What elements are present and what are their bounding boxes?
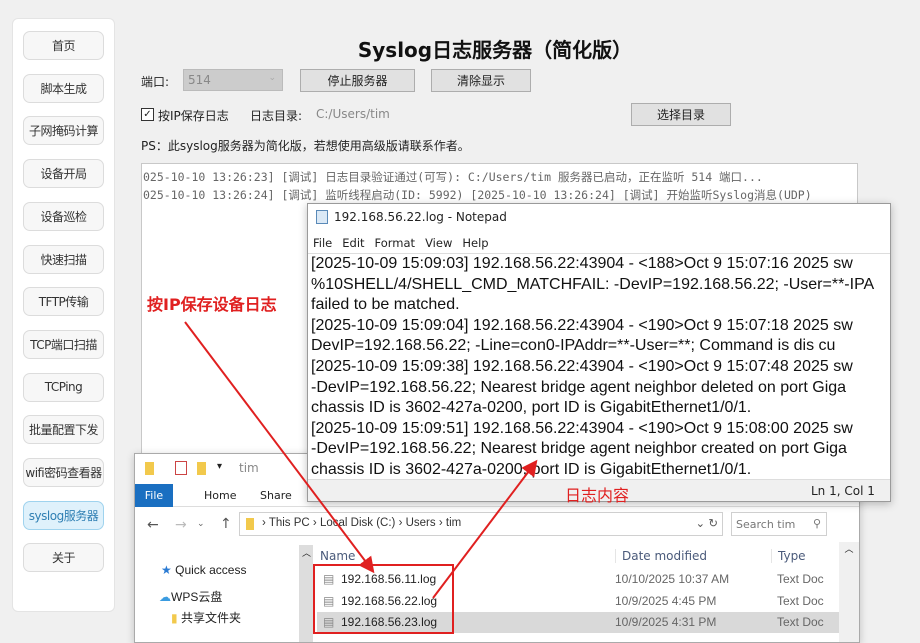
nav-scrollbar[interactable]: ︿: [299, 545, 313, 642]
sidebar-item[interactable]: 批量配置下发: [23, 415, 104, 445]
dropdown-icon[interactable]: ▾: [217, 461, 222, 472]
port-label: 端口:: [141, 75, 170, 89]
header-type[interactable]: Type: [771, 549, 806, 563]
sidebar-item[interactable]: 设备开局: [23, 159, 104, 189]
folder-icon: [145, 462, 154, 475]
choose-dir-button[interactable]: 选择目录: [631, 103, 731, 126]
header-name[interactable]: Name: [320, 549, 355, 563]
sidebar-item[interactable]: 首页: [23, 31, 104, 60]
menu-edit[interactable]: Edit: [342, 236, 364, 250]
text-line: %10SHELL/4/SHELL_CMD_MATCHFAIL: -DevIP=1…: [311, 275, 875, 293]
refresh-icon[interactable]: ⌄ ↻: [696, 516, 718, 530]
sidebar-item[interactable]: 快速扫描: [23, 244, 104, 274]
highlight-box: [313, 564, 454, 634]
crumb-this-pc[interactable]: This PC: [269, 517, 310, 529]
recent-dropdown-icon[interactable]: ⌄: [197, 519, 205, 529]
notepad-window: 192.168.56.22.log - Notepad File Edit Fo…: [307, 203, 891, 502]
header-date[interactable]: Date modified: [615, 549, 707, 563]
sidebar-item[interactable]: TCPing: [23, 372, 104, 402]
nav-wps-cloud[interactable]: ☁WPS云盘: [159, 588, 222, 605]
notepad-icon: [316, 210, 328, 224]
back-icon[interactable]: ←: [147, 517, 159, 533]
text-line: -DevIP=192.168.56.22; Nearest bridge age…: [311, 378, 847, 396]
clear-display-button[interactable]: 清除显示: [431, 69, 531, 92]
crumb-local-disk[interactable]: Local Disk (C:): [320, 517, 395, 529]
sidebar-item[interactable]: wifi密码查看器: [23, 458, 104, 487]
sidebar: 首页脚本生成子网掩码计算 设备开局设备巡检快速扫描 TFTP传输 TCP端口扫描 TCP…: [12, 18, 115, 612]
scroll-up-icon: ︿: [302, 548, 312, 558]
search-box[interactable]: Search tim ⚲: [731, 512, 827, 536]
log-line: 025-10-10 13:26:23] [调试] 日志目录验证通过(可写): C…: [143, 170, 763, 184]
menu-view[interactable]: View: [425, 236, 452, 250]
annotation-save-by-ip: 按IP保存设备日志: [147, 295, 277, 314]
port-value: 514: [188, 73, 211, 87]
chevron-down-icon: ⌄: [268, 73, 276, 83]
text-line: chassis ID is 3602-427a-0200, port ID is…: [311, 460, 752, 478]
cursor-position: Ln 1, Col 1: [811, 484, 875, 498]
tab-home[interactable]: Home: [204, 489, 236, 502]
nav-shared-folder[interactable]: ▮ 共享文件夹: [171, 609, 241, 626]
folder-icon: ▮: [171, 611, 178, 625]
forward-icon[interactable]: →: [175, 517, 187, 533]
annotation-log-content: 日志内容: [565, 486, 630, 505]
tab-share[interactable]: Share: [260, 489, 292, 502]
text-line: [2025-10-09 15:09:51] 192.168.56.22:4390…: [311, 419, 853, 437]
notepad-text[interactable]: [2025-10-09 15:09:03] 192.168.56.22:4390…: [308, 253, 890, 481]
sidebar-item[interactable]: 脚本生成: [23, 73, 104, 103]
log-dir-value: C:/Users/tim: [316, 107, 390, 121]
menu-file[interactable]: File: [313, 236, 332, 250]
window-title: tim: [239, 461, 259, 475]
port-combo[interactable]: 514 ⌄: [183, 69, 283, 91]
notepad-title: 192.168.56.22.log - Notepad: [334, 210, 507, 224]
text-line: [2025-10-09 15:09:38] 192.168.56.22:4390…: [311, 357, 853, 375]
folder-icon: [246, 518, 254, 530]
log-dir-label: 日志目录:: [250, 109, 303, 123]
sidebar-item[interactable]: TFTP传输: [23, 287, 104, 317]
sidebar-item[interactable]: 关于: [23, 543, 104, 573]
sidebar-item[interactable]: syslog服务器: [23, 500, 104, 530]
tab-file[interactable]: File: [135, 484, 173, 507]
menu-format[interactable]: Format: [375, 236, 416, 250]
text-line: -DevIP=192.168.56.22; Nearest bridge age…: [311, 440, 847, 458]
notepad-titlebar: 192.168.56.22.log - Notepad: [308, 204, 890, 230]
page-title: Syslog日志服务器（简化版）: [357, 38, 633, 62]
text-line: failed to be matched.: [311, 296, 460, 314]
menu-help[interactable]: Help: [462, 236, 488, 250]
text-line: [2025-10-09 15:09:04] 192.168.56.22:4390…: [311, 316, 853, 334]
up-icon[interactable]: ↑: [220, 516, 232, 532]
save-by-ip-label: 按IP保存日志: [158, 109, 229, 123]
sidebar-item[interactable]: TCP端口扫描: [23, 329, 104, 359]
save-by-ip-checkbox[interactable]: ✓: [141, 108, 154, 121]
text-line: chassis ID is 3602-427a-0200, port ID is…: [311, 399, 752, 417]
star-icon: ★: [161, 563, 172, 577]
new-folder-icon[interactable]: [197, 462, 206, 475]
text-line: [2025-10-09 15:09:03] 192.168.56.22:4390…: [311, 255, 853, 272]
stop-server-button[interactable]: 停止服务器: [300, 69, 415, 92]
log-line: 025-10-10 13:26:24] [调试] 监听线程启动(ID: 5992…: [143, 188, 812, 202]
sidebar-item[interactable]: 设备巡检: [23, 201, 104, 231]
address-bar[interactable]: › This PC › Local Disk (C:) › Users › ti…: [239, 512, 723, 536]
cloud-icon: ☁: [159, 590, 171, 604]
properties-icon[interactable]: [175, 461, 187, 475]
notepad-menubar: File Edit Format View Help: [308, 233, 890, 253]
crumb-users[interactable]: Users: [406, 517, 436, 529]
text-line: DevIP=192.168.56.22; -Line=con0-IPAddr=*…: [311, 337, 836, 355]
file-list-scrollbar[interactable]: ︿: [839, 542, 859, 642]
nav-quick-access[interactable]: ★ Quick access: [161, 563, 246, 577]
search-input[interactable]: Search tim: [736, 518, 795, 531]
crumb-tim[interactable]: tim: [446, 517, 461, 529]
search-icon: ⚲: [812, 517, 821, 530]
ps-note: PS：此syslog服务器为简化版，若想使用高级版请联系作者。: [141, 139, 470, 153]
nav-pane: ★ Quick access ☁WPS云盘 ▮ 共享文件夹 ︿: [135, 545, 313, 642]
sidebar-item[interactable]: 子网掩码计算: [23, 116, 104, 146]
